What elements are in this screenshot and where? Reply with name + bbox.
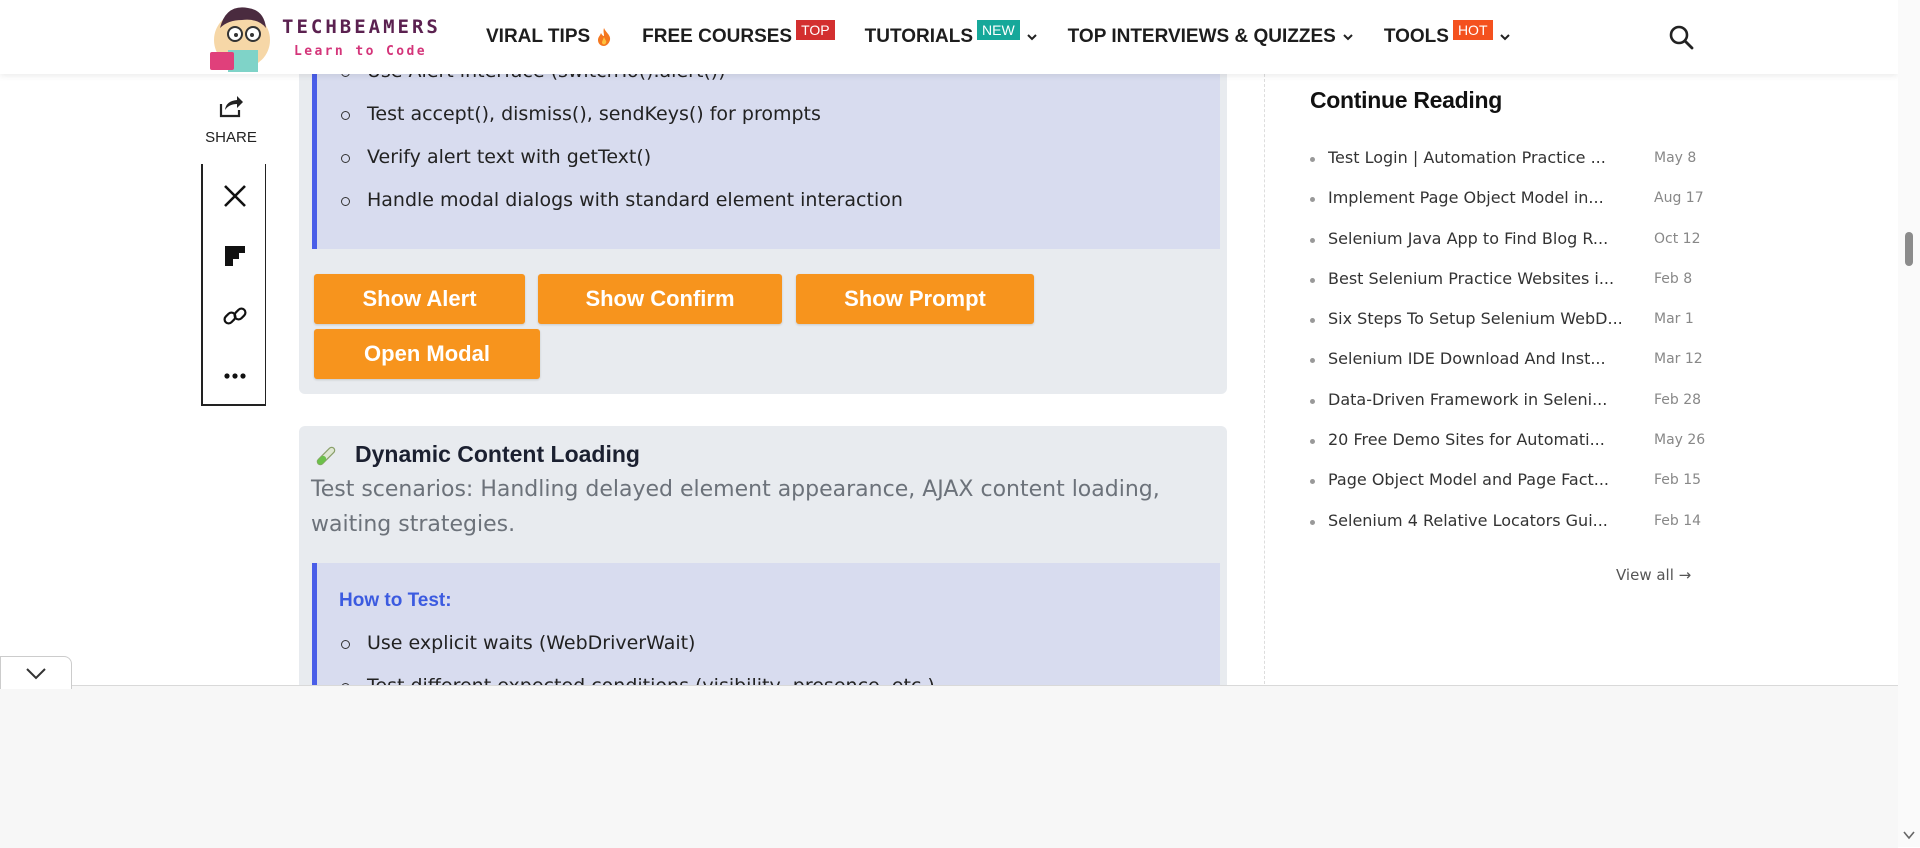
scroll-down-arrow-icon[interactable] [1903, 830, 1915, 840]
list-item: Verify alert text with getText() [340, 146, 652, 168]
bullet [1310, 318, 1315, 323]
how-to-test-title: How to Test: [339, 590, 452, 611]
reading-list-item[interactable]: Data-Driven Framework in Seleni... Feb 2… [1310, 390, 1702, 414]
coder-avatar-icon [210, 7, 270, 72]
chevron-down-icon [1343, 34, 1353, 41]
article-date: Feb 28 [1654, 392, 1702, 408]
nav-viral-tips[interactable]: VIRAL TIPS [486, 26, 612, 48]
bullet [1310, 358, 1315, 363]
article-link[interactable]: Selenium Java App to Find Blog R... [1328, 229, 1633, 248]
article-link[interactable]: Page Object Model and Page Fact... [1328, 470, 1633, 489]
bullet [1310, 479, 1315, 484]
reading-list-item[interactable]: Six Steps To Setup Selenium WebD... Mar … [1310, 309, 1700, 333]
nav-free-courses[interactable]: FREE COURSES TOP [642, 20, 835, 48]
nav-tutorials[interactable]: TUTORIALS NEW [864, 20, 1038, 48]
open-modal-button[interactable]: Open Modal [314, 329, 540, 379]
article-date: Oct 12 [1654, 231, 1701, 247]
reading-list-item[interactable]: 20 Free Demo Sites for Automati... May 2… [1310, 430, 1705, 454]
page-scrollbar[interactable] [1898, 0, 1920, 847]
article-date: May 8 [1654, 150, 1697, 166]
reading-list-item[interactable]: Selenium 4 Relative Locators Gui... Feb … [1310, 511, 1702, 535]
article-date: Mar 1 [1654, 311, 1694, 327]
logo-title: TECHBEAMERS [282, 16, 441, 38]
article-link[interactable]: 20 Free Demo Sites for Automati... [1328, 430, 1633, 449]
bullet [1310, 399, 1315, 404]
share-buttons [201, 164, 266, 406]
article-link[interactable]: Data-Driven Framework in Seleni... [1328, 390, 1633, 409]
list-item: Use explicit waits (WebDriverWait) [340, 632, 696, 654]
show-confirm-button[interactable]: Show Confirm [538, 274, 782, 324]
bullet [1310, 197, 1315, 202]
article-date: Feb 14 [1654, 513, 1702, 529]
site-header: TECHBEAMERS Learn to Code VIRAL TIPS FRE… [0, 0, 1898, 74]
reading-list-item[interactable]: Page Object Model and Page Fact... Feb 1… [1310, 470, 1702, 494]
nav-label: VIRAL TIPS [486, 26, 591, 47]
chevron-down-icon [26, 668, 46, 680]
site-logo[interactable]: TECHBEAMERS Learn to Code [208, 2, 448, 72]
link-icon[interactable] [221, 302, 249, 330]
chevron-down-icon [1499, 34, 1510, 41]
flipboard-icon[interactable] [221, 242, 249, 270]
bullet [1310, 238, 1315, 243]
article-link[interactable]: Test Login | Automation Practice ... [1328, 148, 1633, 167]
reading-list-item[interactable]: Implement Page Object Model in... Aug 17 [1310, 188, 1704, 212]
nav-label: FREE COURSES [642, 26, 793, 47]
hot-badge: HOT [1452, 20, 1493, 40]
top-badge: TOP [796, 20, 835, 40]
new-badge: NEW [977, 20, 1020, 40]
article-link[interactable]: Implement Page Object Model in... [1328, 188, 1633, 207]
test-tube-icon [316, 446, 336, 466]
more-icon[interactable] [221, 362, 249, 390]
reading-list-item[interactable]: Test Login | Automation Practice ... May… [1310, 148, 1700, 172]
article-link[interactable]: Selenium IDE Download And Inst... [1328, 349, 1633, 368]
section-title: Dynamic Content Loading [355, 441, 640, 467]
collapse-ad-button[interactable] [0, 656, 72, 689]
show-alert-button[interactable]: Show Alert [314, 274, 525, 324]
article-date: Feb 15 [1654, 472, 1702, 488]
bullet [1310, 278, 1315, 283]
reading-list-item[interactable]: Selenium IDE Download And Inst... Mar 12 [1310, 349, 1703, 373]
article-link[interactable]: Selenium 4 Relative Locators Gui... [1328, 511, 1633, 530]
reading-list-item[interactable]: Selenium Java App to Find Blog R... Oct … [1310, 229, 1700, 253]
share-icon[interactable] [217, 92, 245, 120]
nav-label: TOP INTERVIEWS & QUIZZES [1067, 26, 1336, 47]
article-date: Aug 17 [1654, 190, 1704, 206]
bottom-ad-area [0, 685, 1898, 848]
nav-top-interviews-quizzes[interactable]: TOP INTERVIEWS & QUIZZES [1068, 26, 1354, 48]
bullet [1310, 520, 1315, 525]
fire-icon [598, 28, 611, 46]
share-label: SHARE [205, 129, 257, 146]
chevron-down-icon [1026, 34, 1037, 41]
article-link[interactable]: Six Steps To Setup Selenium WebD... [1328, 309, 1633, 328]
nav-label: TUTORIALS [864, 26, 973, 47]
article-date: Feb 8 [1654, 271, 1693, 287]
view-all-link[interactable]: View all → [1616, 566, 1691, 584]
nav-tools[interactable]: TOOLS HOT [1383, 20, 1511, 48]
column-divider [1264, 74, 1265, 684]
article-date: Mar 12 [1654, 351, 1703, 367]
list-item: Test accept(), dismiss(), sendKeys() for… [341, 103, 821, 125]
section-description: Test scenarios: Handling delayed element… [311, 477, 1160, 537]
main-nav: VIRAL TIPS FREE COURSES TOP TUTORIALS NE… [486, 0, 1541, 74]
search-icon[interactable] [1668, 24, 1694, 50]
reading-list-item[interactable]: Best Selenium Practice Websites i... Feb… [1310, 269, 1700, 293]
x-icon[interactable] [221, 182, 249, 210]
bullet [1310, 439, 1315, 444]
logo-subtitle: Learn to Code [294, 44, 427, 59]
show-prompt-button[interactable]: Show Prompt [796, 274, 1034, 324]
scrollbar-thumb[interactable] [1905, 232, 1913, 266]
continue-reading-title: Continue Reading [1310, 87, 1502, 113]
article-link[interactable]: Best Selenium Practice Websites i... [1328, 269, 1633, 288]
nav-label: TOOLS [1383, 26, 1449, 47]
bullet [1310, 157, 1315, 162]
list-item: Handle modal dialogs with standard eleme… [341, 189, 903, 211]
article-date: May 26 [1654, 432, 1706, 448]
